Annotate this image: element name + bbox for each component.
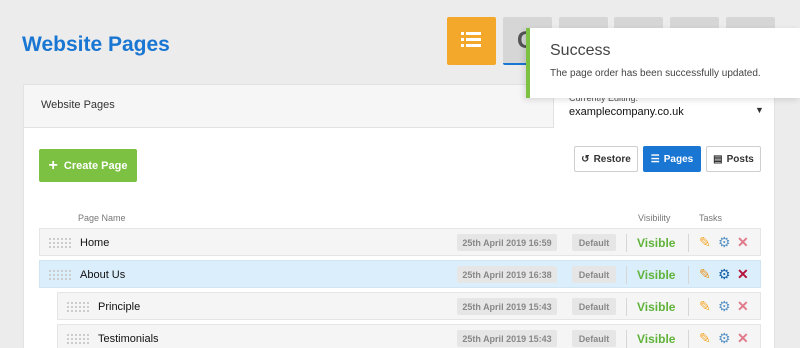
panel-heading: Website Pages bbox=[41, 99, 115, 111]
restore-button[interactable]: ↺ Restore bbox=[574, 146, 638, 172]
drag-handle-icon[interactable] bbox=[48, 269, 72, 281]
gear-icon[interactable]: ⚙ bbox=[718, 235, 731, 249]
modified-date: 25th April 2019 16:59 bbox=[457, 234, 557, 251]
pencil-icon[interactable]: ✎ bbox=[699, 331, 711, 345]
pencil-icon[interactable]: ✎ bbox=[699, 299, 711, 313]
list-small-icon: ☰ bbox=[650, 153, 660, 165]
list-icon bbox=[461, 32, 481, 47]
list-view-button[interactable] bbox=[447, 17, 496, 65]
panel-header: Website Pages bbox=[24, 85, 554, 128]
success-toast[interactable]: Success The page order has been successf… bbox=[526, 28, 800, 98]
page-name[interactable]: About Us bbox=[80, 269, 125, 281]
table-row[interactable]: Testimonials 25th April 2019 15:43 Defau… bbox=[57, 324, 761, 348]
divider bbox=[626, 234, 627, 252]
page-name[interactable]: Testimonials bbox=[98, 333, 159, 345]
posts-button[interactable]: ▤ Posts bbox=[706, 146, 761, 172]
page-name[interactable]: Principle bbox=[98, 301, 140, 313]
divider bbox=[626, 330, 627, 348]
pencil-icon[interactable]: ✎ bbox=[699, 267, 711, 281]
gear-icon[interactable]: ⚙ bbox=[718, 267, 731, 281]
caret-down-icon: ▼ bbox=[755, 105, 764, 115]
column-header-tasks: Tasks bbox=[699, 213, 723, 223]
modified-date: 25th April 2019 15:43 bbox=[457, 298, 557, 315]
table-row[interactable]: Home 25th April 2019 16:59 Default Visib… bbox=[39, 228, 761, 256]
delete-icon[interactable]: ✕ bbox=[737, 267, 749, 281]
template-badge: Default bbox=[572, 298, 616, 315]
divider bbox=[688, 330, 689, 348]
divider bbox=[688, 234, 689, 252]
delete-icon[interactable]: ✕ bbox=[737, 235, 749, 249]
divider bbox=[688, 266, 689, 284]
visibility-toggle[interactable]: Visible bbox=[637, 300, 675, 314]
restore-icon: ↺ bbox=[581, 153, 590, 165]
toast-message: The page order has been successfully upd… bbox=[550, 68, 761, 79]
divider bbox=[626, 266, 627, 284]
delete-icon[interactable]: ✕ bbox=[737, 331, 749, 345]
gear-icon[interactable]: ⚙ bbox=[718, 299, 731, 313]
modified-date: 25th April 2019 16:38 bbox=[457, 266, 557, 283]
template-badge: Default bbox=[572, 234, 616, 251]
pages-button[interactable]: ☰ Pages bbox=[643, 146, 701, 172]
gear-icon[interactable]: ⚙ bbox=[718, 331, 731, 345]
modified-date: 25th April 2019 15:43 bbox=[457, 330, 557, 347]
restore-label: Restore bbox=[593, 153, 631, 165]
table-row[interactable]: Principle 25th April 2019 15:43 Default … bbox=[57, 292, 761, 320]
create-page-label: Create Page bbox=[63, 159, 128, 172]
visibility-toggle[interactable]: Visible bbox=[637, 332, 675, 346]
pencil-icon[interactable]: ✎ bbox=[699, 235, 711, 249]
posts-label: Posts bbox=[726, 153, 754, 165]
visibility-toggle[interactable]: Visible bbox=[637, 236, 675, 250]
visibility-toggle[interactable]: Visible bbox=[637, 268, 675, 282]
page-name[interactable]: Home bbox=[80, 237, 109, 249]
pages-panel: Website Pages Currently Editing: example… bbox=[23, 84, 775, 348]
drag-handle-icon[interactable] bbox=[66, 301, 90, 313]
drag-handle-icon[interactable] bbox=[66, 333, 90, 345]
column-header-visibility: Visibility bbox=[638, 213, 671, 223]
toast-title: Success bbox=[550, 42, 611, 59]
divider bbox=[688, 298, 689, 316]
pages-label: Pages bbox=[663, 153, 694, 165]
page-title: Website Pages bbox=[22, 33, 170, 56]
column-header-page-name: Page Name bbox=[78, 213, 126, 223]
posts-icon: ▤ bbox=[713, 153, 723, 165]
template-badge: Default bbox=[572, 330, 616, 347]
currently-editing-value: examplecompany.co.uk bbox=[569, 106, 684, 118]
divider bbox=[626, 298, 627, 316]
template-badge: Default bbox=[572, 266, 616, 283]
table-row[interactable]: About Us 25th April 2019 16:38 Default V… bbox=[39, 260, 761, 288]
drag-handle-icon[interactable] bbox=[48, 237, 72, 249]
create-page-button[interactable]: + Create Page bbox=[39, 149, 137, 182]
delete-icon[interactable]: ✕ bbox=[737, 299, 749, 313]
plus-icon: + bbox=[48, 156, 58, 174]
